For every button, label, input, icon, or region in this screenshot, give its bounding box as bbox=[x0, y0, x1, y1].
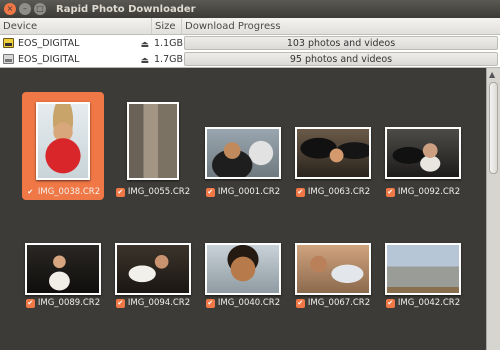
thumbnail-item[interactable]: ✔ IMG_0001.CR2 bbox=[202, 92, 284, 200]
photo-thumbnail bbox=[295, 127, 371, 179]
drive-icon bbox=[3, 54, 14, 64]
device-table-header: Device Size Download Progress bbox=[0, 18, 500, 35]
progress-text: 95 photos and videos bbox=[289, 53, 393, 65]
checkbox-icon[interactable]: ✔ bbox=[295, 298, 305, 308]
thumbnail-filename: IMG_0094.CR2 bbox=[127, 298, 191, 308]
thumbnail-grid: ✔ IMG_0038.CR2 ✔ IMG_0055.CR2 ✔ IMG_0001.CR… bbox=[0, 68, 486, 350]
download-progress-bar: 103 photos and videos bbox=[184, 36, 498, 50]
photo-thumbnail bbox=[25, 243, 101, 295]
thumbnail-filename: IMG_0092.CR2 bbox=[397, 187, 461, 197]
device-table: Device Size Download Progress EOS_DIGITA… bbox=[0, 18, 500, 68]
column-header-size[interactable]: Size bbox=[152, 18, 182, 34]
minimize-window-button[interactable]: – bbox=[19, 3, 31, 15]
photo-thumbnail bbox=[205, 127, 281, 179]
device-name: EOS_DIGITAL bbox=[18, 37, 80, 49]
close-window-button[interactable]: × bbox=[4, 3, 16, 15]
checkbox-icon[interactable]: ✔ bbox=[115, 298, 125, 308]
photo-thumbnail bbox=[127, 102, 179, 180]
thumbnail-item[interactable]: ✔ IMG_0040.CR2 bbox=[202, 218, 284, 326]
checkbox-icon[interactable]: ✔ bbox=[385, 187, 395, 197]
scroll-up-arrow-icon[interactable]: ▲ bbox=[489, 70, 495, 79]
checkmark-icon[interactable]: ✔ bbox=[26, 188, 35, 197]
thumbnail-filename: IMG_0038.CR2 bbox=[37, 187, 101, 197]
maximize-window-button[interactable]: □ bbox=[34, 3, 46, 15]
checkbox-icon[interactable]: ✔ bbox=[25, 298, 35, 308]
column-header-download-progress[interactable]: Download Progress bbox=[182, 18, 500, 34]
download-progress-bar: 95 photos and videos bbox=[184, 52, 498, 66]
device-row[interactable]: EOS_DIGITAL ⏏ 1.7GB 95 photos and videos bbox=[0, 51, 500, 67]
title-bar: × – □ Rapid Photo Downloader bbox=[0, 0, 500, 18]
vertical-scrollbar[interactable]: ▲ bbox=[486, 68, 500, 350]
scrollbar-thumb[interactable] bbox=[489, 82, 498, 174]
checkbox-icon[interactable]: ✔ bbox=[385, 298, 395, 308]
device-size: 1.7GB bbox=[154, 53, 183, 65]
thumbnail-item[interactable]: ✔ IMG_0055.CR2 bbox=[112, 92, 194, 200]
thumbnail-item[interactable]: ✔ IMG_0067.CR2 bbox=[292, 218, 374, 326]
camera-card-icon bbox=[3, 38, 14, 48]
checkbox-icon[interactable]: ✔ bbox=[295, 187, 305, 197]
thumbnail-item[interactable]: ✔ IMG_0038.CR2 bbox=[22, 92, 104, 200]
checkbox-icon[interactable]: ✔ bbox=[115, 187, 125, 197]
eject-icon[interactable]: ⏏ bbox=[140, 56, 149, 66]
checkbox-icon[interactable]: ✔ bbox=[205, 187, 215, 197]
window-title: Rapid Photo Downloader bbox=[56, 3, 196, 15]
thumbnail-filename: IMG_0042.CR2 bbox=[397, 298, 461, 308]
thumbnail-filename: IMG_0063.CR2 bbox=[307, 187, 371, 197]
device-size: 1.1GB bbox=[154, 37, 183, 49]
photo-thumbnail bbox=[115, 243, 191, 295]
thumbnail-item[interactable]: ✔ IMG_0092.CR2 bbox=[382, 92, 464, 200]
thumbnail-filename: IMG_0067.CR2 bbox=[307, 298, 371, 308]
thumbnail-item[interactable]: ✔ IMG_0042.CR2 bbox=[382, 218, 464, 326]
eject-icon[interactable]: ⏏ bbox=[140, 40, 149, 50]
device-row[interactable]: EOS_DIGITAL ⏏ 1.1GB 103 photos and video… bbox=[0, 35, 500, 51]
thumbnail-filename: IMG_0055.CR2 bbox=[127, 187, 191, 197]
photo-thumbnail bbox=[385, 127, 461, 179]
device-name: EOS_DIGITAL bbox=[18, 53, 80, 65]
thumbnail-item[interactable]: ✔ IMG_0094.CR2 bbox=[112, 218, 194, 326]
photo-thumbnail bbox=[295, 243, 371, 295]
progress-text: 103 photos and videos bbox=[286, 37, 396, 49]
photo-thumbnail bbox=[36, 102, 90, 180]
thumbnail-filename: IMG_0040.CR2 bbox=[217, 298, 281, 308]
photo-thumbnail bbox=[205, 243, 281, 295]
checkbox-icon[interactable]: ✔ bbox=[205, 298, 215, 308]
thumbnail-item[interactable]: ✔ IMG_0089.CR2 bbox=[22, 218, 104, 326]
thumbnail-filename: IMG_0001.CR2 bbox=[217, 187, 281, 197]
thumbnail-item[interactable]: ✔ IMG_0063.CR2 bbox=[292, 92, 374, 200]
photo-thumbnail bbox=[385, 243, 461, 295]
column-header-device[interactable]: Device bbox=[0, 18, 152, 34]
thumbnail-filename: IMG_0089.CR2 bbox=[37, 298, 101, 308]
